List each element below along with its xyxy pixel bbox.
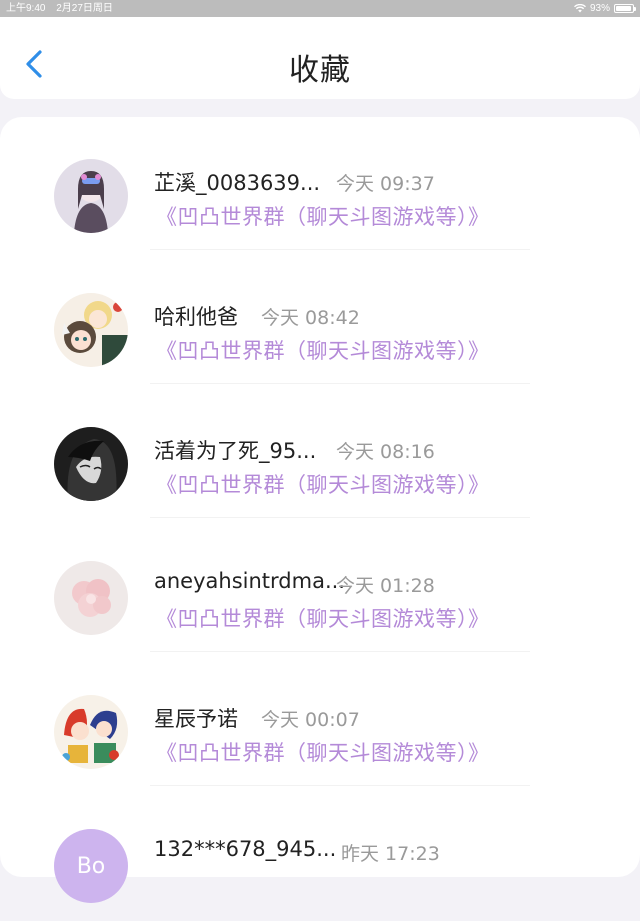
contact-name: 星辰予诺 (154, 707, 238, 731)
favorite-time: 今天 00:07 (261, 709, 360, 731)
list-item[interactable]: 活着为了死_95... 今天 08:16 《凹凸世界群（聊天斗图游戏等）》 (0, 385, 640, 519)
group-name: 《凹凸世界群（聊天斗图游戏等）》 (156, 741, 490, 765)
divider (150, 517, 530, 518)
navigation-bar: 收藏 (0, 17, 640, 99)
contact-name: aneyahsintrdma... (154, 569, 345, 593)
favorite-time: 今天 09:37 (336, 173, 435, 195)
favorites-list-card: 芷溪_0083639... 今天 09:37 《凹凸世界群（聊天斗图游戏等）》 … (0, 117, 640, 903)
avatar: Bo (54, 829, 128, 903)
contact-name: 132***678_945... (154, 837, 337, 861)
wifi-icon (573, 4, 586, 13)
group-name: 《凹凸世界群（聊天斗图游戏等）》 (156, 473, 490, 497)
status-date: 2月27日周日 (56, 3, 113, 14)
divider (150, 383, 530, 384)
avatar (54, 159, 128, 233)
list-item[interactable]: Bo 132***678_945... 昨天 17:23 (0, 787, 640, 921)
contact-name: 活着为了死_95... (154, 439, 317, 463)
favorite-time: 今天 01:28 (336, 575, 435, 597)
favorite-time: 今天 08:42 (261, 307, 360, 329)
status-time: 上午9:40 (6, 3, 46, 14)
avatar (54, 561, 128, 635)
group-name: 《凹凸世界群（聊天斗图游戏等）》 (156, 607, 490, 631)
avatar (54, 293, 128, 367)
list-item[interactable]: 星辰予诺 今天 00:07 《凹凸世界群（聊天斗图游戏等）》 (0, 653, 640, 787)
page-title: 收藏 (289, 53, 351, 88)
battery-icon (614, 4, 636, 13)
group-name: 《凹凸世界群（聊天斗图游戏等）》 (156, 205, 490, 229)
divider (150, 249, 530, 250)
group-name: 《凹凸世界群（聊天斗图游戏等）》 (156, 339, 490, 363)
contact-name: 哈利他爸 (154, 305, 238, 329)
list-item[interactable]: aneyahsintrdma... 今天 01:28 《凹凸世界群（聊天斗图游戏… (0, 519, 640, 653)
divider (150, 785, 530, 786)
divider (150, 651, 530, 652)
battery-percent: 93% (589, 3, 610, 14)
avatar (54, 427, 128, 501)
avatar (54, 695, 128, 769)
favorite-time: 今天 08:16 (336, 441, 435, 463)
list-item[interactable]: 哈利他爸 今天 08:42 《凹凸世界群（聊天斗图游戏等）》 (0, 251, 640, 385)
svg-text:Bo: Bo (77, 854, 106, 879)
status-bar: 上午9:40 2月27日周日 93% (0, 0, 640, 17)
contact-name: 芷溪_0083639... (154, 171, 321, 195)
list-item[interactable]: 芷溪_0083639... 今天 09:37 《凹凸世界群（聊天斗图游戏等）》 (0, 117, 640, 251)
